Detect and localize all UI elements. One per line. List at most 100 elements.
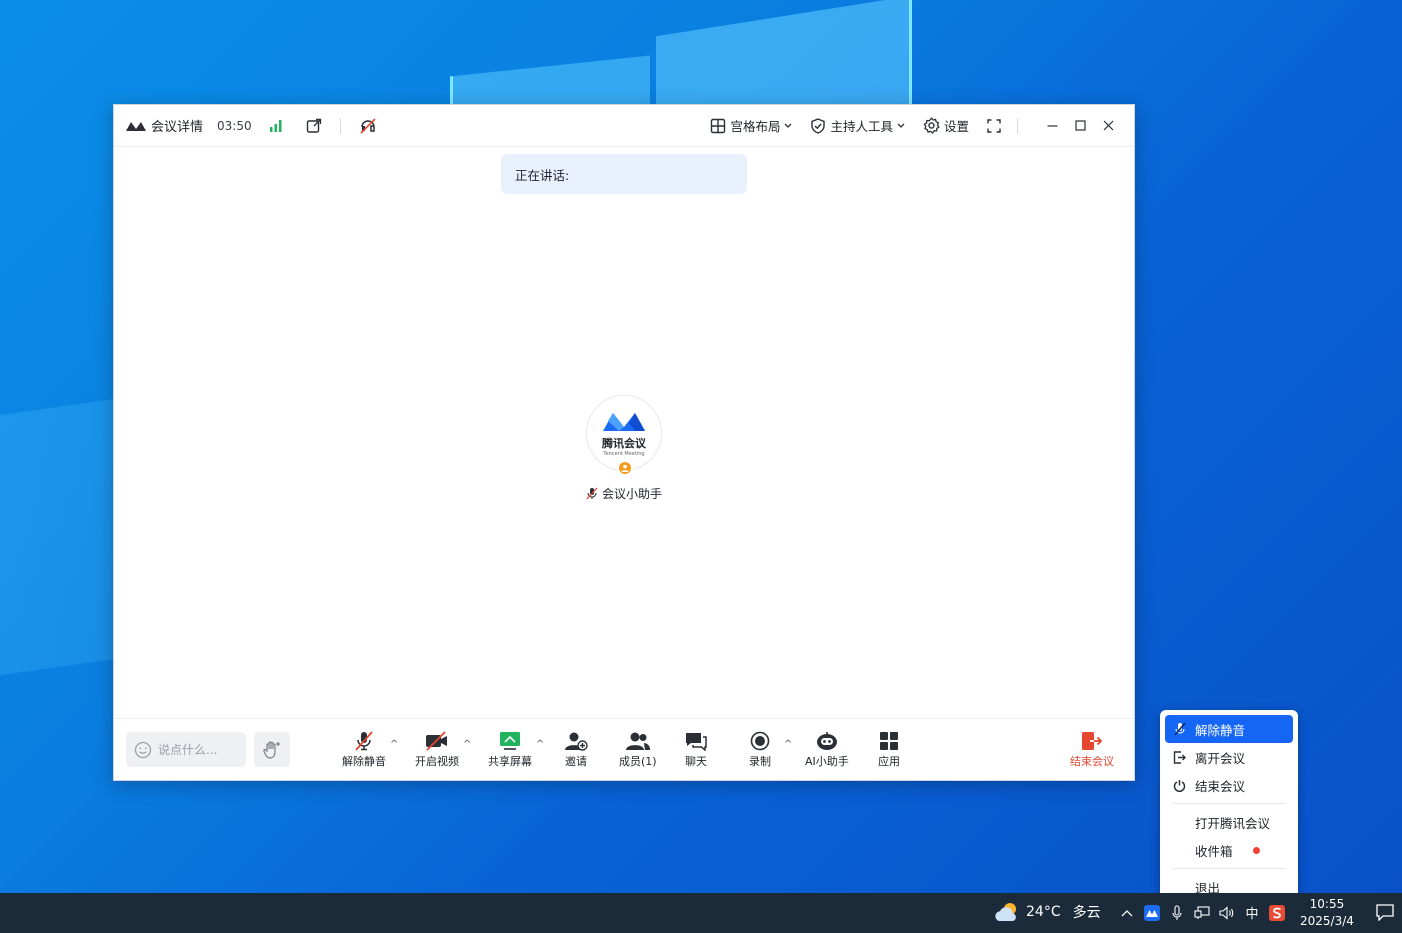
sogou-ime-icon xyxy=(1269,904,1285,921)
record-button[interactable]: 录制 xyxy=(749,731,771,769)
tray-menu-unmute[interactable]: 解除静音 xyxy=(1165,715,1293,743)
chevron-down-icon xyxy=(897,123,905,128)
speaking-indicator: 正在讲话: xyxy=(501,154,747,194)
system-tray: 中 xyxy=(1118,903,1286,922)
settings-button[interactable]: 设置 xyxy=(923,116,969,135)
quick-chat-placeholder: 说点什么... xyxy=(158,743,218,757)
apps-grid-icon xyxy=(880,732,898,750)
grid-layout-button[interactable]: 宫格布局 xyxy=(710,116,792,135)
meeting-timer: 03:50 xyxy=(217,118,252,133)
unmute-label: 解除静音 xyxy=(342,755,386,768)
fullscreen-icon xyxy=(987,118,1001,133)
tray-menu-inbox-label: 收件箱 xyxy=(1195,843,1233,859)
maximize-icon xyxy=(1074,120,1086,131)
clock-date: 2025/3/4 xyxy=(1300,914,1354,928)
microphone-tray-button[interactable] xyxy=(1168,904,1186,921)
record-options-caret[interactable]: ^ xyxy=(784,739,792,750)
chat-button[interactable]: 聊天 xyxy=(685,731,707,769)
share-options-caret[interactable]: ^ xyxy=(536,739,544,750)
network-icon xyxy=(1194,905,1210,919)
sogou-ime-tray-button[interactable] xyxy=(1268,904,1286,921)
tencent-meeting-tray-icon xyxy=(1144,904,1160,921)
tencent-meeting-tray-button[interactable] xyxy=(1143,904,1161,921)
show-hidden-icons-button[interactable] xyxy=(1118,909,1136,917)
invite-label: 邀请 xyxy=(565,755,587,768)
settings-label: 设置 xyxy=(943,119,969,134)
participant-tile[interactable]: 腾讯会议 Tencent Meeting 会议小助手 xyxy=(586,395,662,502)
tray-menu-end-label: 结束会议 xyxy=(1195,778,1246,794)
speaker-muted-icon[interactable] xyxy=(359,117,377,134)
title-bar: 会议详情 03:50 宫格布局 主持人工具 设置 xyxy=(114,105,1134,147)
meeting-window: 会议详情 03:50 宫格布局 主持人工具 设置 正在讲话: 腾讯会议 Tenc… xyxy=(113,104,1135,781)
chevron-down-icon xyxy=(785,123,792,128)
host-tools-label: 主持人工具 xyxy=(830,119,893,134)
record-label: 录制 xyxy=(749,755,771,768)
temperature: 24°C xyxy=(1026,904,1061,920)
tray-menu-open-app[interactable]: 打开腾讯会议 xyxy=(1165,808,1293,836)
avatar: 腾讯会议 Tencent Meeting xyxy=(586,395,662,476)
grid-layout-label: 宫格布局 xyxy=(730,119,781,134)
volume-tray-button[interactable] xyxy=(1218,905,1236,920)
share-screen-button[interactable]: 共享屏幕 xyxy=(488,731,532,769)
start-video-label: 开启视频 xyxy=(415,755,459,768)
grid-icon xyxy=(711,118,726,133)
tray-menu-open-app-label: 打开腾讯会议 xyxy=(1195,815,1271,831)
tray-menu-inbox[interactable]: 收件箱 xyxy=(1165,836,1293,864)
close-button[interactable] xyxy=(1094,120,1122,131)
invite-button[interactable]: 邀请 xyxy=(564,731,588,769)
tray-menu-leave[interactable]: 离开会议 xyxy=(1165,743,1293,771)
avatar-brand-text: 腾讯会议 xyxy=(602,437,646,450)
weather-condition: 多云 xyxy=(1072,905,1101,921)
fullscreen-button[interactable] xyxy=(987,118,1001,133)
mic-muted-icon xyxy=(1174,722,1186,736)
ai-assistant-label: AI小助手 xyxy=(805,755,849,768)
audio-options-caret[interactable]: ^ xyxy=(390,739,398,750)
avatar-brand-en-text: Tencent Meeting xyxy=(603,451,645,457)
popout-icon[interactable] xyxy=(306,118,322,134)
taskbar: 24°C 多云 中 10:55 2025/3/4 xyxy=(0,893,1402,933)
video-options-caret[interactable]: ^ xyxy=(463,739,471,750)
speaking-label: 正在讲话: xyxy=(515,167,570,183)
minimize-button[interactable] xyxy=(1038,120,1066,131)
notification-center-button[interactable] xyxy=(1376,904,1394,924)
raise-hand-button[interactable] xyxy=(254,732,290,767)
unmute-button[interactable]: 解除静音 xyxy=(342,731,386,769)
emoji-icon xyxy=(134,741,152,758)
notification-icon xyxy=(1376,904,1394,922)
apps-button[interactable]: 应用 xyxy=(878,731,900,769)
members-label: 成员(1) xyxy=(619,755,657,768)
signal-strength-icon[interactable] xyxy=(268,119,284,133)
network-tray-button[interactable] xyxy=(1193,905,1211,920)
share-screen-label: 共享屏幕 xyxy=(488,755,532,768)
exit-door-icon xyxy=(1082,732,1103,750)
ai-assistant-button[interactable]: AI小助手 xyxy=(805,731,849,769)
invite-user-icon xyxy=(565,732,588,751)
meeting-details-label: 会议详情 xyxy=(151,120,204,135)
end-meeting-button[interactable]: 结束会议 xyxy=(1070,731,1114,769)
tencent-meeting-logo-icon xyxy=(126,121,146,131)
meeting-toolbar: 说点什么... 解除静音 ^ 开启视频 ^ 共享屏幕 ^ 邀请 成员(1) 聊天… xyxy=(114,718,1134,780)
host-badge-icon xyxy=(617,460,633,476)
chat-icon xyxy=(686,733,707,751)
mic-muted-icon xyxy=(586,487,598,500)
meeting-details-button[interactable]: 会议详情 xyxy=(126,116,203,135)
clock-time: 10:55 xyxy=(1309,897,1345,911)
tray-menu-leave-label: 离开会议 xyxy=(1195,750,1246,766)
power-icon xyxy=(1173,779,1186,792)
start-video-button[interactable]: 开启视频 xyxy=(415,731,459,769)
volume-icon xyxy=(1219,905,1234,920)
participant-name: 会议小助手 xyxy=(601,487,662,501)
close-icon xyxy=(1103,120,1113,131)
host-tools-button[interactable]: 主持人工具 xyxy=(810,116,905,135)
microphone-icon xyxy=(1172,904,1182,920)
members-button[interactable]: 成员(1) xyxy=(619,731,657,769)
chat-label: 聊天 xyxy=(685,755,707,768)
apps-label: 应用 xyxy=(878,755,900,768)
input-method-indicator[interactable]: 中 xyxy=(1243,903,1261,922)
maximize-button[interactable] xyxy=(1066,120,1094,131)
tray-menu-end[interactable]: 结束会议 xyxy=(1165,771,1293,799)
shield-icon xyxy=(811,117,826,134)
quick-chat-input[interactable]: 说点什么... xyxy=(126,732,246,767)
clock[interactable]: 10:55 2025/3/4 xyxy=(1300,896,1354,930)
weather-widget[interactable]: 24°C 多云 xyxy=(994,901,1101,923)
